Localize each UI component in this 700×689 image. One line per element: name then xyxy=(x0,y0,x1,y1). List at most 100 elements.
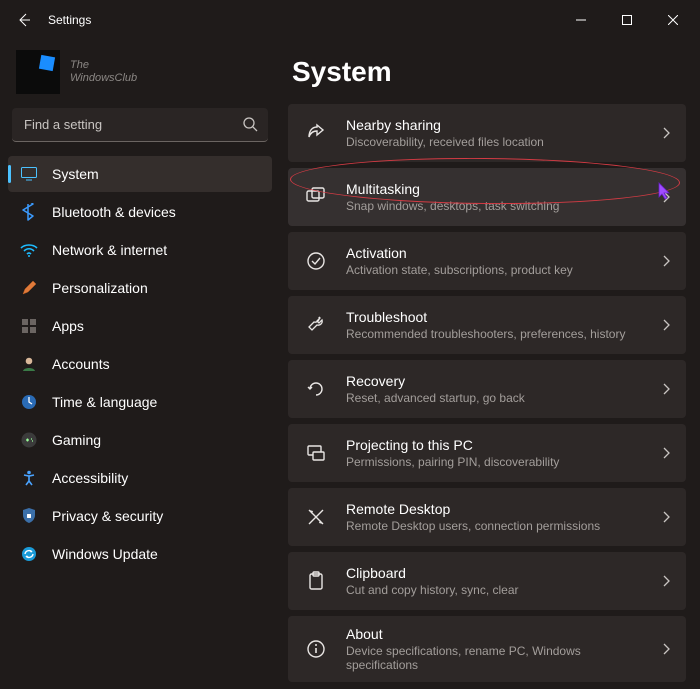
sidebar-item-label: Gaming xyxy=(52,432,101,448)
card-title: Projecting to this PC xyxy=(346,437,642,453)
shield-icon xyxy=(20,507,38,525)
maximize-button[interactable] xyxy=(604,4,650,36)
card-subtitle: Reset, advanced startup, go back xyxy=(346,391,642,405)
sidebar-item-personalization[interactable]: Personalization xyxy=(8,270,272,306)
card-title: Remote Desktop xyxy=(346,501,642,517)
card-subtitle: Device specifications, rename PC, Window… xyxy=(346,644,642,672)
recovery-icon xyxy=(304,377,328,401)
card-title: Multitasking xyxy=(346,181,642,197)
back-button[interactable] xyxy=(4,0,44,40)
card-subtitle: Activation state, subscriptions, product… xyxy=(346,263,642,277)
account-tile[interactable]: The WindowsClub xyxy=(8,44,272,100)
sidebar-item-time-language[interactable]: Time & language xyxy=(8,384,272,420)
sidebar-item-accessibility[interactable]: Accessibility xyxy=(8,460,272,496)
chevron-right-icon xyxy=(660,643,672,655)
sidebar-item-label: Apps xyxy=(52,318,84,334)
watermark-line2: WindowsClub xyxy=(70,72,137,85)
avatar xyxy=(16,50,60,94)
minimize-button[interactable] xyxy=(558,4,604,36)
sidebar-item-system[interactable]: System xyxy=(8,156,272,192)
titlebar: Settings xyxy=(0,0,700,40)
chevron-right-icon xyxy=(660,191,672,203)
card-about[interactable]: About Device specifications, rename PC, W… xyxy=(288,616,686,682)
gaming-icon xyxy=(20,431,38,449)
main-content: System Nearby sharingDiscoverability, re… xyxy=(280,40,700,689)
chevron-right-icon xyxy=(660,511,672,523)
chevron-right-icon xyxy=(660,255,672,267)
card-title: Recovery xyxy=(346,373,642,389)
search-icon xyxy=(242,116,258,132)
accessibility-icon xyxy=(20,469,38,487)
close-icon xyxy=(668,15,678,25)
sidebar-item-accounts[interactable]: Accounts xyxy=(8,346,272,382)
sidebar-item-apps[interactable]: Apps xyxy=(8,308,272,344)
sidebar-item-label: Accounts xyxy=(52,356,110,372)
sidebar: The WindowsClub System Bluetooth & devic… xyxy=(0,40,280,689)
chevron-right-icon xyxy=(660,447,672,459)
bluetooth-icon xyxy=(20,203,38,221)
sidebar-item-label: Bluetooth & devices xyxy=(52,204,176,220)
card-remote-desktop[interactable]: Remote Desktop Remote Desktop users, conn… xyxy=(288,488,686,546)
wifi-icon xyxy=(20,241,38,259)
sidebar-item-label: Privacy & security xyxy=(52,508,163,524)
watermark-icon xyxy=(39,55,55,71)
apps-icon xyxy=(20,317,38,335)
card-subtitle: Cut and copy history, sync, clear xyxy=(346,583,642,597)
window-controls xyxy=(558,4,696,36)
card-activation[interactable]: Activation Activation state, subscription… xyxy=(288,232,686,290)
sidebar-item-label: Accessibility xyxy=(52,470,128,486)
clipboard-icon xyxy=(304,569,328,593)
chevron-right-icon xyxy=(660,127,672,139)
chevron-right-icon xyxy=(660,383,672,395)
update-icon xyxy=(20,545,38,563)
card-title: About xyxy=(346,626,642,642)
remote-desktop-icon xyxy=(304,505,328,529)
chevron-right-icon xyxy=(660,319,672,331)
minimize-icon xyxy=(576,15,586,25)
card-title: Nearby sharing xyxy=(346,117,642,133)
card-subtitle: Recommended troubleshooters, preferences… xyxy=(346,327,642,341)
card-title: Troubleshoot xyxy=(346,309,642,325)
sidebar-item-gaming[interactable]: Gaming xyxy=(8,422,272,458)
person-icon xyxy=(20,355,38,373)
card-projecting[interactable]: Projecting to this PC Permissions, pairin… xyxy=(288,424,686,482)
sidebar-item-label: System xyxy=(52,166,99,182)
wrench-icon xyxy=(304,313,328,337)
search-wrap xyxy=(12,108,268,142)
close-button[interactable] xyxy=(650,4,696,36)
card-subtitle: Permissions, pairing PIN, discoverabilit… xyxy=(346,455,642,469)
multitasking-icon xyxy=(304,185,328,209)
arrow-left-icon xyxy=(16,12,32,28)
card-clipboard[interactable]: Clipboard Cut and copy history, sync, cle… xyxy=(288,552,686,610)
window-title: Settings xyxy=(48,13,91,27)
card-multitasking[interactable]: Multitasking Snap windows, desktops, task… xyxy=(288,168,686,226)
settings-card-list: Nearby sharing Discoverability, received … xyxy=(288,104,686,682)
sidebar-item-label: Network & internet xyxy=(52,242,167,258)
maximize-icon xyxy=(622,15,632,25)
info-icon xyxy=(304,637,328,661)
sidebar-item-bluetooth[interactable]: Bluetooth & devices xyxy=(8,194,272,230)
card-nearby-sharing[interactable]: Nearby sharing Discoverability, received … xyxy=(288,104,686,162)
share-icon xyxy=(304,121,328,145)
watermark-text: The WindowsClub xyxy=(70,59,137,85)
sidebar-item-label: Time & language xyxy=(52,394,157,410)
sidebar-item-label: Personalization xyxy=(52,280,148,296)
sidebar-item-privacy[interactable]: Privacy & security xyxy=(8,498,272,534)
paintbrush-icon xyxy=(20,279,38,297)
clock-globe-icon xyxy=(20,393,38,411)
card-subtitle: Remote Desktop users, connection permiss… xyxy=(346,519,642,533)
card-title: Activation xyxy=(346,245,642,261)
sidebar-item-network[interactable]: Network & internet xyxy=(8,232,272,268)
card-subtitle: Snap windows, desktops, task switching xyxy=(346,199,642,213)
check-circle-icon xyxy=(304,249,328,273)
watermark-line1: The xyxy=(70,59,137,72)
card-recovery[interactable]: Recovery Reset, advanced startup, go back xyxy=(288,360,686,418)
card-subtitle: Discoverability, received files location xyxy=(346,135,642,149)
card-title: Clipboard xyxy=(346,565,642,581)
chevron-right-icon xyxy=(660,575,672,587)
sidebar-item-windows-update[interactable]: Windows Update xyxy=(8,536,272,572)
nav: System Bluetooth & devices Network & int… xyxy=(8,156,272,572)
search-input[interactable] xyxy=(12,108,268,142)
sidebar-item-label: Windows Update xyxy=(52,546,158,562)
card-troubleshoot[interactable]: Troubleshoot Recommended troubleshooters,… xyxy=(288,296,686,354)
